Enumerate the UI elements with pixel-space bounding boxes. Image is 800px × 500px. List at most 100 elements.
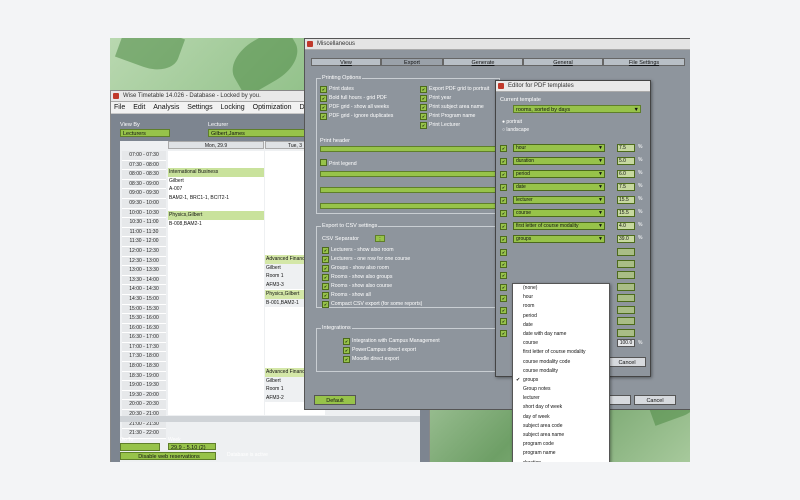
- mon-event-line[interactable]: International Business: [168, 168, 264, 177]
- csv-option[interactable]: ✔ Compact CSV export (for some reports): [322, 301, 422, 308]
- field-select[interactable]: date ▼: [513, 183, 605, 191]
- dropdown-option[interactable]: date: [513, 321, 609, 330]
- print-header-input[interactable]: [320, 146, 496, 152]
- dropdown-option[interactable]: ✔ groups: [513, 376, 609, 385]
- template-field-row[interactable]: ✔ course ▼ 15.5%: [496, 208, 650, 218]
- field-width-input[interactable]: [617, 317, 635, 325]
- field-select[interactable]: first letter of course modality ▼: [513, 222, 605, 230]
- field-select[interactable]: hour ▼: [513, 144, 605, 152]
- field-select[interactable]: groups ▼: [513, 235, 605, 243]
- field-checkbox[interactable]: ✔: [500, 145, 507, 152]
- template-field-row[interactable]: ✔ groups ▼ 39.0%: [496, 234, 650, 244]
- print-option-left[interactable]: ✔ Print dates: [320, 86, 354, 93]
- dropdown-option[interactable]: course modality code: [513, 358, 609, 367]
- tab-general[interactable]: General: [523, 58, 603, 66]
- template-field-row[interactable]: ✔ period ▼ 6.0%: [496, 169, 650, 179]
- field-checkbox[interactable]: ✔: [500, 260, 507, 268]
- print-option-right[interactable]: ✔ Print Program name: [420, 113, 475, 120]
- disable-web-reservations-button[interactable]: Disable web reservations: [120, 452, 216, 460]
- field-checkbox[interactable]: ✔: [500, 306, 507, 314]
- default-button[interactable]: Default: [314, 395, 356, 405]
- print-legend-checkbox[interactable]: Print legend: [320, 159, 357, 168]
- field-checkbox[interactable]: ✔: [500, 295, 507, 302]
- print-option-right[interactable]: ✔ Print subject area name: [420, 104, 484, 111]
- field-checkbox[interactable]: ✔: [500, 236, 507, 243]
- dropdown-option[interactable]: program name: [513, 449, 609, 458]
- dropdown-option[interactable]: subject area code: [513, 422, 609, 431]
- csv-option[interactable]: ✔ Rooms - show also groups: [322, 274, 392, 281]
- dropdown-option[interactable]: lecturer: [513, 394, 609, 403]
- dropdown-option[interactable]: Group notes: [513, 385, 609, 394]
- tab-file-settings[interactable]: File Settings: [603, 58, 685, 66]
- editor-cancel-button[interactable]: Cancel: [608, 357, 646, 367]
- print-option-left[interactable]: ✔ PDF grid - ignore duplicates: [320, 113, 393, 120]
- field-dropdown-list[interactable]: (none) hour room period date date with day na…: [512, 283, 610, 462]
- tab-view[interactable]: View: [311, 58, 381, 66]
- view-by-select[interactable]: Lecturers: [120, 129, 170, 137]
- field-width-input[interactable]: 39.0: [617, 235, 635, 243]
- mon-event-line[interactable]: Gilbert: [168, 176, 264, 186]
- print-option-right[interactable]: ✔ Print year: [420, 95, 451, 102]
- print-option-right[interactable]: ✔ Export PDF grid to portrait: [420, 86, 489, 93]
- field-width-input[interactable]: 7.5: [617, 183, 635, 191]
- dropdown-option[interactable]: first letter of course modality: [513, 348, 609, 357]
- csv-option[interactable]: ✔ Rooms - show also course: [322, 283, 392, 290]
- field-width-input[interactable]: 7.5: [617, 144, 635, 152]
- field-checkbox[interactable]: ✔: [500, 272, 507, 279]
- dropdown-option[interactable]: date with day name: [513, 330, 609, 339]
- radio-portrait[interactable]: ● portrait: [502, 119, 522, 125]
- field-width-input[interactable]: [617, 282, 635, 291]
- field-checkbox[interactable]: ✔: [500, 210, 507, 217]
- mon-events[interactable]: International Business Gilbert A-007 BAM2-1…: [168, 168, 264, 229]
- dropdown-option[interactable]: (none): [513, 284, 609, 293]
- mon-event-line[interactable]: [168, 202, 264, 211]
- tab-export[interactable]: Export: [381, 58, 443, 66]
- template-field-row[interactable]: ✔ first letter of course modality ▼ 4.0%: [496, 221, 650, 231]
- csv-option[interactable]: ✔ Rooms - show all: [322, 292, 371, 299]
- empty-field-row[interactable]: ✔: [496, 270, 650, 280]
- dropdown-option[interactable]: short day of week: [513, 403, 609, 412]
- horizontal-scrollbar[interactable]: [120, 416, 420, 422]
- field-width-input[interactable]: [617, 248, 635, 256]
- field-select[interactable]: period ▼: [513, 170, 605, 178]
- csv-option[interactable]: ✔ Groups - show also room: [322, 265, 389, 272]
- integration-option[interactable]: ✔ Integration with Campus Management: [343, 338, 440, 345]
- legend-line-3[interactable]: [320, 203, 496, 209]
- template-field-row[interactable]: ✔ duration ▼ 5.0%: [496, 156, 650, 166]
- dropdown-option[interactable]: duration: [513, 459, 609, 462]
- field-width-input[interactable]: 15.5: [617, 196, 635, 204]
- current-template-select[interactable]: rooms, sorted by days ▼: [513, 105, 641, 113]
- field-checkbox[interactable]: ✔: [500, 184, 507, 191]
- legend-line-2[interactable]: [320, 187, 496, 193]
- mon-event-line[interactable]: BAM2-1, BRC1-1, BCIT2-1: [168, 193, 264, 203]
- field-checkbox[interactable]: ✔: [500, 318, 507, 325]
- dropdown-option[interactable]: period: [513, 312, 609, 321]
- field-width-input[interactable]: [617, 294, 635, 302]
- field-width-input[interactable]: 4.0: [617, 222, 635, 230]
- dropdown-option[interactable]: program code: [513, 440, 609, 449]
- tab-generate[interactable]: Generate: [443, 58, 523, 66]
- field-width-input[interactable]: 5.0: [617, 157, 635, 165]
- template-field-row[interactable]: ✔ date ▼ 7.5%: [496, 182, 650, 192]
- field-select[interactable]: course ▼: [513, 209, 605, 217]
- field-width-input[interactable]: [617, 328, 635, 337]
- empty-field-row[interactable]: ✔: [496, 259, 650, 269]
- dropdown-option[interactable]: course: [513, 339, 609, 348]
- go-to-input[interactable]: [120, 443, 160, 451]
- field-select[interactable]: lecturer ▼: [513, 196, 605, 204]
- empty-field-row[interactable]: ✔: [496, 247, 650, 257]
- field-width-input[interactable]: [617, 259, 635, 268]
- menu-optimization[interactable]: Optimization: [253, 104, 292, 111]
- field-width-input[interactable]: [617, 271, 635, 279]
- integration-option[interactable]: ✔ Moodle direct export: [343, 356, 399, 363]
- field-checkbox[interactable]: ✔: [500, 158, 507, 165]
- template-field-row[interactable]: ✔ hour ▼ 7.5%: [496, 143, 650, 153]
- field-width-input[interactable]: 6.0: [617, 170, 635, 178]
- field-checkbox[interactable]: ✔: [500, 223, 507, 230]
- field-width-input[interactable]: [617, 305, 635, 314]
- menu-settings[interactable]: Settings: [187, 104, 212, 111]
- menu-file[interactable]: File: [114, 104, 125, 111]
- dropdown-option[interactable]: hour: [513, 293, 609, 302]
- lecturer-select[interactable]: Gilbert,James: [208, 129, 306, 137]
- field-checkbox[interactable]: ✔: [500, 197, 507, 204]
